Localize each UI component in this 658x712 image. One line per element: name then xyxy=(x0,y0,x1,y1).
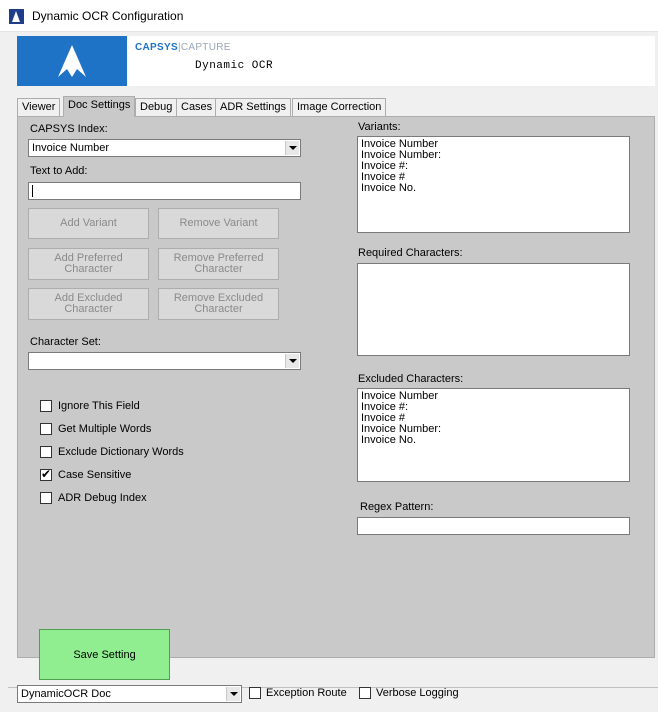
doc-settings-panel: CAPSYS Index: Invoice Number Text to Add… xyxy=(17,116,655,680)
regex-pattern-input[interactable] xyxy=(357,517,630,535)
excluded-characters-list[interactable]: Invoice Number Invoice #: Invoice # Invo… xyxy=(357,388,630,482)
list-item[interactable]: Invoice No. xyxy=(361,183,626,194)
app-logo-icon xyxy=(9,9,24,24)
app-subtitle: Dynamic OCR xyxy=(195,60,274,72)
checkbox-label: Exclude Dictionary Words xyxy=(58,446,184,458)
checkbox-label: Get Multiple Words xyxy=(58,423,152,435)
checkbox-box[interactable] xyxy=(40,492,52,504)
text-cursor xyxy=(32,185,33,197)
remove-variant-button[interactable]: Remove Variant xyxy=(158,208,279,239)
character-set-dropdown[interactable] xyxy=(28,352,301,370)
tab-image-correction[interactable]: Image Correction xyxy=(292,98,387,116)
checkbox-box[interactable] xyxy=(249,687,261,699)
checkbox-box[interactable] xyxy=(40,400,52,412)
checkbox-label: Verbose Logging xyxy=(376,687,459,699)
exception-route-checkbox[interactable]: Exception Route xyxy=(249,687,349,701)
required-characters-list[interactable] xyxy=(357,263,630,356)
checkbox-box[interactable] xyxy=(40,423,52,435)
regex-pattern-label: Regex Pattern: xyxy=(360,501,434,513)
tab-cases[interactable]: Cases xyxy=(176,98,218,116)
required-characters-label: Required Characters: xyxy=(358,247,463,259)
checkbox-label: Ignore This Field xyxy=(58,400,140,412)
save-setting-button[interactable]: Save Setting xyxy=(39,629,170,680)
text-to-add-input[interactable] xyxy=(28,182,301,200)
chevron-down-icon[interactable] xyxy=(226,687,240,701)
add-excluded-character-button[interactable]: Add Excluded Character xyxy=(28,288,149,320)
remove-preferred-character-button[interactable]: Remove Preferred Character xyxy=(158,248,279,280)
brand-name: CAPSYS|CAPTURE xyxy=(135,42,231,53)
main-window: CAPSYS|CAPTURE Dynamic OCR Viewer Doc Se… xyxy=(8,32,658,712)
document-type-value: DynamicOCR Doc xyxy=(21,688,111,700)
list-item[interactable]: Invoice No. xyxy=(361,435,626,446)
add-preferred-character-button[interactable]: Add Preferred Character xyxy=(28,248,149,280)
capsys-index-dropdown[interactable]: Invoice Number xyxy=(28,139,301,157)
capsys-index-label: CAPSYS Index: xyxy=(30,123,108,135)
chevron-down-icon[interactable] xyxy=(285,141,299,155)
variants-label: Variants: xyxy=(358,121,401,133)
checkbox-label: Exception Route xyxy=(266,687,347,699)
tab-debug[interactable]: Debug xyxy=(135,98,178,116)
verbose-logging-checkbox[interactable]: Verbose Logging xyxy=(359,687,469,701)
document-type-dropdown[interactable]: DynamicOCR Doc xyxy=(17,685,242,703)
checkbox-label: ADR Debug Index xyxy=(58,492,147,504)
capsys-a-icon xyxy=(58,45,86,77)
checkmark-icon: ✔ xyxy=(41,467,52,481)
tab-doc-settings[interactable]: Doc Settings xyxy=(63,96,136,117)
header-banner: CAPSYS|CAPTURE Dynamic OCR xyxy=(17,36,655,86)
remove-excluded-character-button[interactable]: Remove Excluded Character xyxy=(158,288,279,320)
checkbox-box[interactable]: ✔ xyxy=(40,467,52,481)
checkbox-label: Case Sensitive xyxy=(58,469,132,481)
window-title: Dynamic OCR Configuration xyxy=(32,9,184,23)
capsys-index-value: Invoice Number xyxy=(32,142,110,154)
text-to-add-label: Text to Add: xyxy=(30,165,88,177)
checkbox-box[interactable] xyxy=(359,687,371,699)
excluded-characters-label: Excluded Characters: xyxy=(358,373,464,385)
add-variant-button[interactable]: Add Variant xyxy=(28,208,149,239)
capsys-logo xyxy=(17,36,127,86)
chevron-down-icon[interactable] xyxy=(285,354,299,368)
checkbox-box[interactable] xyxy=(40,446,52,458)
tab-viewer[interactable]: Viewer xyxy=(17,98,61,116)
tab-adr-settings[interactable]: ADR Settings xyxy=(215,98,292,116)
variants-list[interactable]: Invoice Number Invoice Number: Invoice #… xyxy=(357,136,630,233)
title-bar: Dynamic OCR Configuration xyxy=(0,0,658,32)
character-set-label: Character Set: xyxy=(30,336,101,348)
